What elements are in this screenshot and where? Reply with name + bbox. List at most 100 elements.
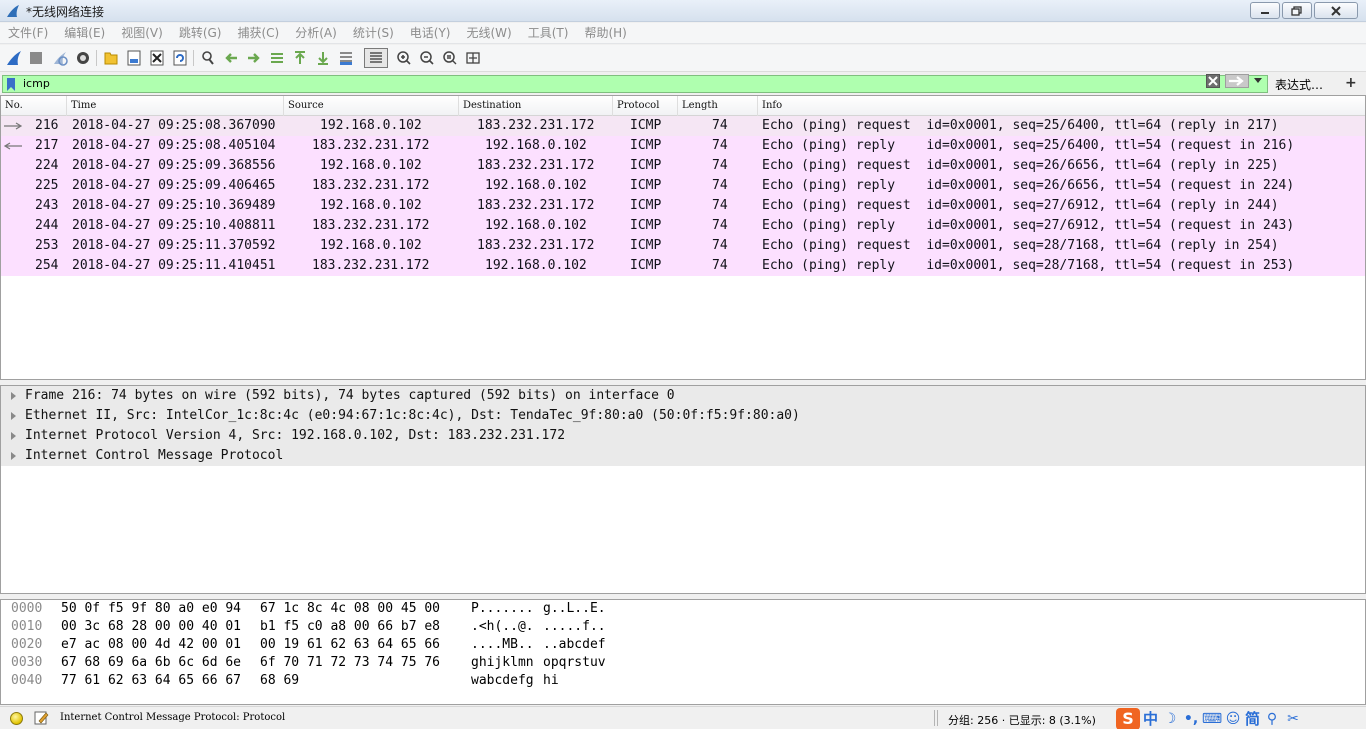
ascii-bytes[interactable]: opqrstuv <box>543 654 606 672</box>
hex-bytes[interactable]: 00 19 61 62 63 64 65 66 <box>260 636 440 654</box>
stop-capture-icon[interactable] <box>27 49 45 67</box>
expert-info-led-icon[interactable] <box>10 712 23 725</box>
hex-bytes[interactable]: b1 f5 c0 a8 00 66 b7 e8 <box>260 618 440 636</box>
colorize-icon[interactable] <box>364 48 388 68</box>
filter-history-dropdown[interactable] <box>1252 74 1264 88</box>
go-back-icon[interactable] <box>222 49 240 67</box>
ascii-bytes[interactable]: ....MB.. <box>471 636 534 654</box>
packet-row[interactable]: 254 2018-04-27 09:25:11.410451 183.232.231… <box>1 256 1365 276</box>
display-filter-input[interactable] <box>23 76 1183 92</box>
detail-tree-item[interactable]: Ethernet II, Src: IntelCor_1c:8c:4c (e0:… <box>1 406 1365 426</box>
hex-bytes[interactable]: 50 0f f5 9f 80 a0 e0 94 <box>61 600 241 618</box>
ime-language[interactable]: 中 <box>1143 708 1158 729</box>
menu-item[interactable]: 文件(F) <box>0 23 56 44</box>
restore-button[interactable] <box>1282 2 1312 19</box>
ascii-bytes[interactable]: g..L..E. <box>543 600 606 618</box>
capture-options-icon[interactable] <box>74 49 92 67</box>
hex-bytes[interactable]: 67 1c 8c 4c 08 00 45 00 <box>260 600 440 618</box>
menu-item[interactable]: 无线(W) <box>459 23 520 44</box>
hex-bytes[interactable]: 00 3c 68 28 00 00 40 01 <box>61 618 241 636</box>
byte-offset[interactable]: 0010 <box>11 618 42 636</box>
reload-file-icon[interactable] <box>171 49 189 67</box>
save-file-icon[interactable] <box>125 49 143 67</box>
byte-offset[interactable]: 0030 <box>11 654 42 672</box>
ascii-bytes[interactable]: ..abcdef <box>543 636 606 654</box>
auto-scroll-icon[interactable] <box>337 49 355 67</box>
menu-item[interactable]: 统计(S) <box>345 23 402 44</box>
resize-columns-icon[interactable] <box>464 49 482 67</box>
byte-offset[interactable]: 0020 <box>11 636 42 654</box>
expand-triangle-icon[interactable] <box>11 452 16 460</box>
zoom-out-icon[interactable] <box>418 49 436 67</box>
column-header[interactable]: Info <box>758 96 1365 116</box>
column-header[interactable]: No. <box>1 96 67 116</box>
hex-bytes[interactable]: 6f 70 71 72 73 74 75 76 <box>260 654 440 672</box>
menu-item[interactable]: 视图(V) <box>113 23 171 44</box>
menu-item[interactable]: 帮助(H) <box>576 23 634 44</box>
restart-capture-icon[interactable] <box>51 49 69 67</box>
ime-search-icon[interactable]: ⚲ <box>1263 710 1281 728</box>
byte-offset[interactable]: 0040 <box>11 672 42 690</box>
bookmark-icon[interactable] <box>5 77 17 92</box>
packet-row[interactable]: 216 2018-04-27 09:25:08.367090 192.168.0.1… <box>1 116 1365 136</box>
menu-item[interactable]: 工具(T) <box>520 23 577 44</box>
detail-tree-item[interactable]: Frame 216: 74 bytes on wire (592 bits), … <box>1 386 1365 406</box>
ascii-bytes[interactable]: P....... <box>471 600 534 618</box>
hex-bytes[interactable]: e7 ac 08 00 4d 42 00 01 <box>61 636 241 654</box>
close-file-icon[interactable] <box>148 49 166 67</box>
last-packet-icon[interactable] <box>314 49 332 67</box>
detail-tree-item[interactable]: Internet Protocol Version 4, Src: 192.16… <box>1 426 1365 446</box>
close-button[interactable] <box>1314 2 1358 19</box>
ime-tools-icon[interactable]: ✂ <box>1284 710 1302 728</box>
open-file-icon[interactable] <box>102 49 120 67</box>
ascii-bytes[interactable]: .....f.. <box>543 618 606 636</box>
packet-row[interactable]: 224 2018-04-27 09:25:09.368556 192.168.0.1… <box>1 156 1365 176</box>
detail-tree-item[interactable]: Internet Control Message Protocol <box>1 446 1365 466</box>
go-to-packet-icon[interactable] <box>268 49 286 67</box>
byte-offset[interactable]: 0000 <box>11 600 42 618</box>
zoom-in-icon[interactable] <box>395 49 413 67</box>
normal-size-icon[interactable] <box>441 49 459 67</box>
column-header[interactable]: Destination <box>459 96 613 116</box>
column-header[interactable]: Source <box>284 96 459 116</box>
packet-row[interactable]: 253 2018-04-27 09:25:11.370592 192.168.0.1… <box>1 236 1365 256</box>
menu-item[interactable]: 编辑(E) <box>56 23 113 44</box>
expand-triangle-icon[interactable] <box>11 392 16 400</box>
go-forward-icon[interactable] <box>245 49 263 67</box>
menu-item[interactable]: 分析(A) <box>287 23 345 44</box>
expand-triangle-icon[interactable] <box>11 412 16 420</box>
packet-row[interactable]: 243 2018-04-27 09:25:10.369489 192.168.0.1… <box>1 196 1365 216</box>
start-capture-icon[interactable] <box>5 49 23 67</box>
apply-filter-button[interactable] <box>1225 74 1249 88</box>
menu-item[interactable]: 捕获(C) <box>229 23 287 44</box>
ime-punctuation-icon[interactable]: •, <box>1182 710 1200 728</box>
packet-row[interactable]: 225 2018-04-27 09:25:09.406465 183.232.231… <box>1 176 1365 196</box>
first-packet-icon[interactable] <box>291 49 309 67</box>
ime-moon-icon[interactable]: ☽ <box>1161 710 1179 728</box>
capture-comment-icon[interactable] <box>33 710 49 726</box>
ascii-bytes[interactable]: .<h(..@. <box>471 618 534 636</box>
add-filter-button[interactable]: + <box>1345 75 1357 91</box>
expand-triangle-icon[interactable] <box>11 432 16 440</box>
ascii-bytes[interactable]: ghijklmn <box>471 654 534 672</box>
column-header[interactable]: Protocol <box>613 96 678 116</box>
hex-bytes[interactable]: 68 69 <box>260 672 299 690</box>
hex-bytes[interactable]: 67 68 69 6a 6b 6c 6d 6e <box>61 654 241 672</box>
find-packet-icon[interactable] <box>199 49 217 67</box>
ime-keyboard-icon[interactable]: ⌨ <box>1202 710 1222 728</box>
ime-mode[interactable]: 简 <box>1245 708 1260 729</box>
ime-user-icon[interactable]: ☺ <box>1224 710 1242 728</box>
column-header[interactable]: Time <box>67 96 284 116</box>
clear-filter-button[interactable] <box>1206 74 1220 88</box>
minimize-button[interactable] <box>1250 2 1280 19</box>
packet-row[interactable]: 244 2018-04-27 09:25:10.408811 183.232.231… <box>1 216 1365 236</box>
hex-bytes[interactable]: 77 61 62 63 64 65 66 67 <box>61 672 241 690</box>
packet-row[interactable]: 217 2018-04-27 09:25:08.405104 183.232.231… <box>1 136 1365 156</box>
ascii-bytes[interactable]: hi <box>543 672 559 690</box>
ime-logo-icon[interactable]: S <box>1116 707 1140 729</box>
menu-item[interactable]: 电话(Y) <box>402 23 459 44</box>
expression-button[interactable]: 表达式… <box>1275 76 1323 93</box>
menu-item[interactable]: 跳转(G) <box>171 23 230 44</box>
ascii-bytes[interactable]: wabcdefg <box>471 672 534 690</box>
column-header[interactable]: Length <box>678 96 758 116</box>
